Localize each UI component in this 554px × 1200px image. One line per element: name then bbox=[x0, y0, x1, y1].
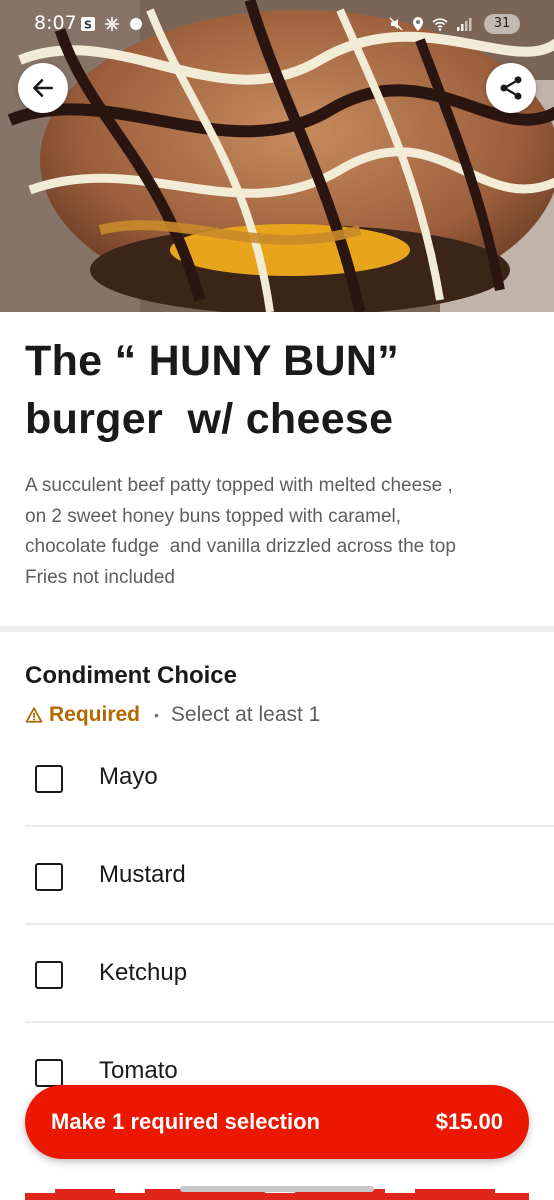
back-button[interactable] bbox=[18, 63, 68, 113]
option-ketchup[interactable]: Ketchup bbox=[25, 959, 554, 1059]
signal-icon bbox=[457, 18, 472, 31]
option-label: Mayo bbox=[99, 763, 158, 790]
wifi-icon bbox=[432, 18, 448, 31]
required-badge: Required bbox=[25, 703, 140, 727]
separator-dot: • bbox=[154, 707, 159, 723]
section-divider bbox=[0, 626, 554, 632]
required-label: Required bbox=[49, 703, 141, 726]
condiment-section-title: Condiment Choice bbox=[25, 662, 238, 689]
mute-icon bbox=[389, 17, 403, 31]
s-app-icon: S bbox=[81, 17, 95, 32]
option-mustard[interactable]: Mustard bbox=[25, 861, 554, 961]
add-to-cart-button[interactable]: Make 1 required selection $15.00 bbox=[25, 1085, 529, 1159]
arrow-left-icon bbox=[33, 79, 53, 97]
checkbox[interactable] bbox=[35, 961, 63, 989]
home-indicator[interactable] bbox=[180, 1186, 374, 1192]
option-label: Tomato bbox=[99, 1057, 178, 1084]
requirement-row: Required • Select at least 1 bbox=[25, 701, 320, 729]
warning-icon bbox=[25, 707, 43, 723]
battery-indicator: 31 bbox=[484, 14, 520, 34]
share-button[interactable] bbox=[486, 63, 536, 113]
item-title: The “ HUNY BUN” burger w/ cheese bbox=[25, 337, 400, 443]
option-mayo[interactable]: Mayo bbox=[25, 763, 554, 863]
cta-label: Make 1 required selection bbox=[51, 1109, 320, 1134]
option-divider bbox=[25, 1021, 554, 1023]
share-icon bbox=[500, 76, 522, 100]
option-divider bbox=[25, 825, 554, 827]
selection-hint: Select at least 1 bbox=[170, 703, 321, 726]
location-icon bbox=[413, 17, 423, 31]
checkbox[interactable] bbox=[35, 1059, 63, 1087]
status-time: 8:07 bbox=[34, 12, 77, 34]
notification-icon bbox=[130, 18, 142, 30]
checkbox[interactable] bbox=[35, 863, 63, 891]
status-bar: 8:07 S 31 bbox=[0, 0, 554, 48]
option-label: Mustard bbox=[99, 861, 186, 888]
option-divider bbox=[25, 923, 554, 925]
cta-price: $15.00 bbox=[435, 1109, 503, 1134]
snowflake-icon bbox=[105, 17, 119, 31]
checkbox[interactable] bbox=[35, 765, 63, 793]
item-description: A succulent beef patty topped with melte… bbox=[25, 475, 456, 588]
option-label: Ketchup bbox=[99, 959, 188, 986]
svg-text:S: S bbox=[84, 19, 92, 32]
